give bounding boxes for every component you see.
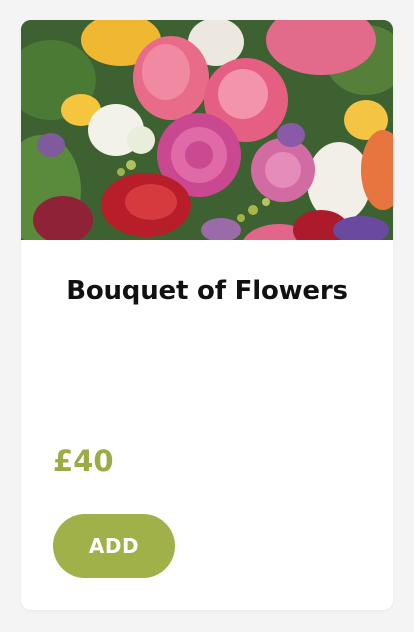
product-title: Bouquet of Flowers <box>66 276 348 306</box>
product-price: £40 <box>53 444 114 478</box>
product-card: Bouquet of Flowers £40 ADD <box>21 20 393 610</box>
product-image <box>21 20 393 240</box>
add-to-cart-button[interactable]: ADD <box>53 514 175 578</box>
